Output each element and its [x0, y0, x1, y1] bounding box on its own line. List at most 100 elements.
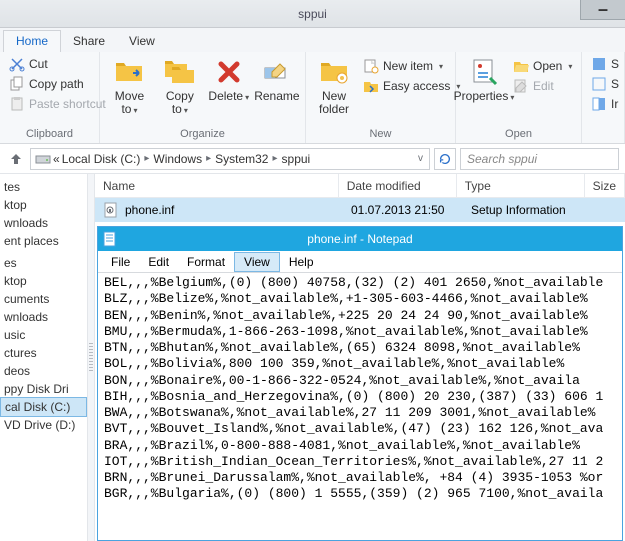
paste-shortcut-icon [9, 96, 25, 112]
nav-item[interactable]: ent places [0, 232, 87, 250]
open-button[interactable]: Open▾ [510, 56, 575, 76]
menu-file[interactable]: File [102, 253, 139, 271]
drive-icon [35, 151, 51, 167]
copy-path-button[interactable]: Copy path [6, 74, 109, 94]
easy-access-icon [363, 78, 379, 94]
col-name[interactable]: Name [95, 174, 339, 197]
tab-view[interactable]: View [117, 31, 167, 52]
refresh-icon [438, 152, 452, 166]
breadcrumb-prefix: « [53, 152, 60, 166]
new-folder-button[interactable]: New folder [312, 54, 356, 118]
nav-item[interactable]: tes [0, 178, 87, 196]
history-dropdown[interactable]: v [416, 153, 425, 164]
tab-share[interactable]: Share [61, 31, 117, 52]
notepad-text[interactable]: BEL,,,%Belgium%,(0) (800) 40758,(32) (2)… [98, 273, 622, 540]
notepad-window: phone.inf - Notepad File Edit Format Vie… [97, 226, 623, 541]
nav-item[interactable]: ktop [0, 272, 87, 290]
chevron-right-icon[interactable]: ▸ [204, 153, 213, 164]
up-arrow-icon [8, 151, 24, 167]
crumb-3[interactable]: sppui [282, 152, 311, 166]
new-item-icon [363, 58, 379, 74]
nav-item[interactable]: es [0, 254, 87, 272]
new-item-button[interactable]: New item▾ [360, 56, 463, 76]
move-to-button[interactable]: Move to▾ [106, 54, 153, 118]
new-folder-icon [318, 56, 350, 88]
file-name: phone.inf [125, 203, 174, 217]
col-size[interactable]: Size [585, 174, 625, 197]
nav-item[interactable]: wnloads [0, 308, 87, 326]
menu-format[interactable]: Format [178, 253, 234, 271]
menu-view[interactable]: View [234, 252, 280, 272]
group-clipboard-label: Clipboard [6, 128, 93, 143]
file-type: Setup Information [463, 203, 593, 217]
notepad-title: phone.inf - Notepad [307, 232, 412, 246]
nav-item[interactable]: VD Drive (D:) [0, 416, 87, 434]
copy-path-icon [9, 76, 25, 92]
nav-item[interactable]: usic [0, 326, 87, 344]
nav-item[interactable]: ppy Disk Dri [0, 380, 87, 398]
group-new-label: New [312, 128, 449, 143]
delete-button[interactable]: Delete▾ [207, 54, 251, 105]
ribbon: Cut Copy path Paste shortcut Clipboard M… [0, 52, 625, 144]
inf-file-icon [103, 202, 119, 218]
search-placeholder: Search sppui [467, 152, 537, 166]
nav-item[interactable]: cuments [0, 290, 87, 308]
notepad-menu: File Edit Format View Help [98, 251, 622, 273]
column-headers: Name Date modified Type Size [95, 174, 625, 198]
chevron-right-icon[interactable]: ▸ [142, 153, 151, 164]
invert-button[interactable]: Ir [588, 94, 622, 114]
nav-item[interactable]: deos [0, 362, 87, 380]
pane-splitter[interactable] [88, 174, 95, 541]
select-none-icon [591, 76, 607, 92]
folder-move-icon [113, 56, 145, 88]
easy-access-button[interactable]: Easy access▾ [360, 76, 463, 96]
breadcrumb[interactable]: « Local Disk (C:)▸ Windows▸ System32▸ sp… [30, 148, 430, 170]
cut-button[interactable]: Cut [6, 54, 109, 74]
paste-shortcut-button[interactable]: Paste shortcut [6, 94, 109, 114]
search-input[interactable]: Search sppui [460, 148, 619, 170]
crumb-1[interactable]: Windows [153, 152, 202, 166]
group-organize-label: Organize [106, 128, 299, 143]
nav-item-selected[interactable]: cal Disk (C:) [0, 397, 87, 417]
col-type[interactable]: Type [457, 174, 585, 197]
refresh-button[interactable] [434, 148, 456, 170]
delete-x-icon [213, 56, 245, 88]
invert-icon [591, 96, 607, 112]
address-bar: « Local Disk (C:)▸ Windows▸ System32▸ sp… [0, 144, 625, 174]
window-titlebar: sppui – [0, 0, 625, 28]
edit-icon [513, 78, 529, 94]
open-icon [513, 58, 529, 74]
menu-edit[interactable]: Edit [139, 253, 178, 271]
select-icon [591, 56, 607, 72]
nav-pane[interactable]: tes ktop wnloads ent places es ktop cume… [0, 174, 88, 541]
group-open-label: Open [462, 128, 575, 143]
window-title: sppui [298, 7, 327, 21]
minimize-button[interactable]: – [580, 0, 625, 20]
grip-icon [89, 343, 93, 373]
properties-icon [468, 56, 500, 88]
nav-item[interactable]: ctures [0, 344, 87, 362]
rename-button[interactable]: Rename [255, 54, 299, 105]
file-date: 01.07.2013 21:50 [343, 203, 463, 217]
col-date[interactable]: Date modified [339, 174, 457, 197]
crumb-0[interactable]: Local Disk (C:) [62, 152, 141, 166]
edit-button[interactable]: Edit [510, 76, 575, 96]
up-button[interactable] [6, 149, 26, 169]
select-1[interactable]: S [588, 54, 622, 74]
notepad-titlebar[interactable]: phone.inf - Notepad [98, 227, 622, 251]
file-row[interactable]: phone.inf 01.07.2013 21:50 Setup Informa… [95, 198, 625, 222]
scissors-icon [9, 56, 25, 72]
notepad-icon [102, 231, 118, 247]
nav-item[interactable]: ktop [0, 196, 87, 214]
nav-item[interactable]: wnloads [0, 214, 87, 232]
folder-copy-icon [164, 56, 196, 88]
crumb-2[interactable]: System32 [215, 152, 268, 166]
tab-home[interactable]: Home [3, 30, 61, 52]
properties-button[interactable]: Properties▾ [462, 54, 506, 105]
copy-to-button[interactable]: Copy to▾ [157, 54, 203, 118]
ribbon-tabs: Home Share View [0, 28, 625, 52]
select-2[interactable]: S [588, 74, 622, 94]
rename-icon [261, 56, 293, 88]
chevron-right-icon[interactable]: ▸ [270, 153, 279, 164]
menu-help[interactable]: Help [280, 253, 323, 271]
